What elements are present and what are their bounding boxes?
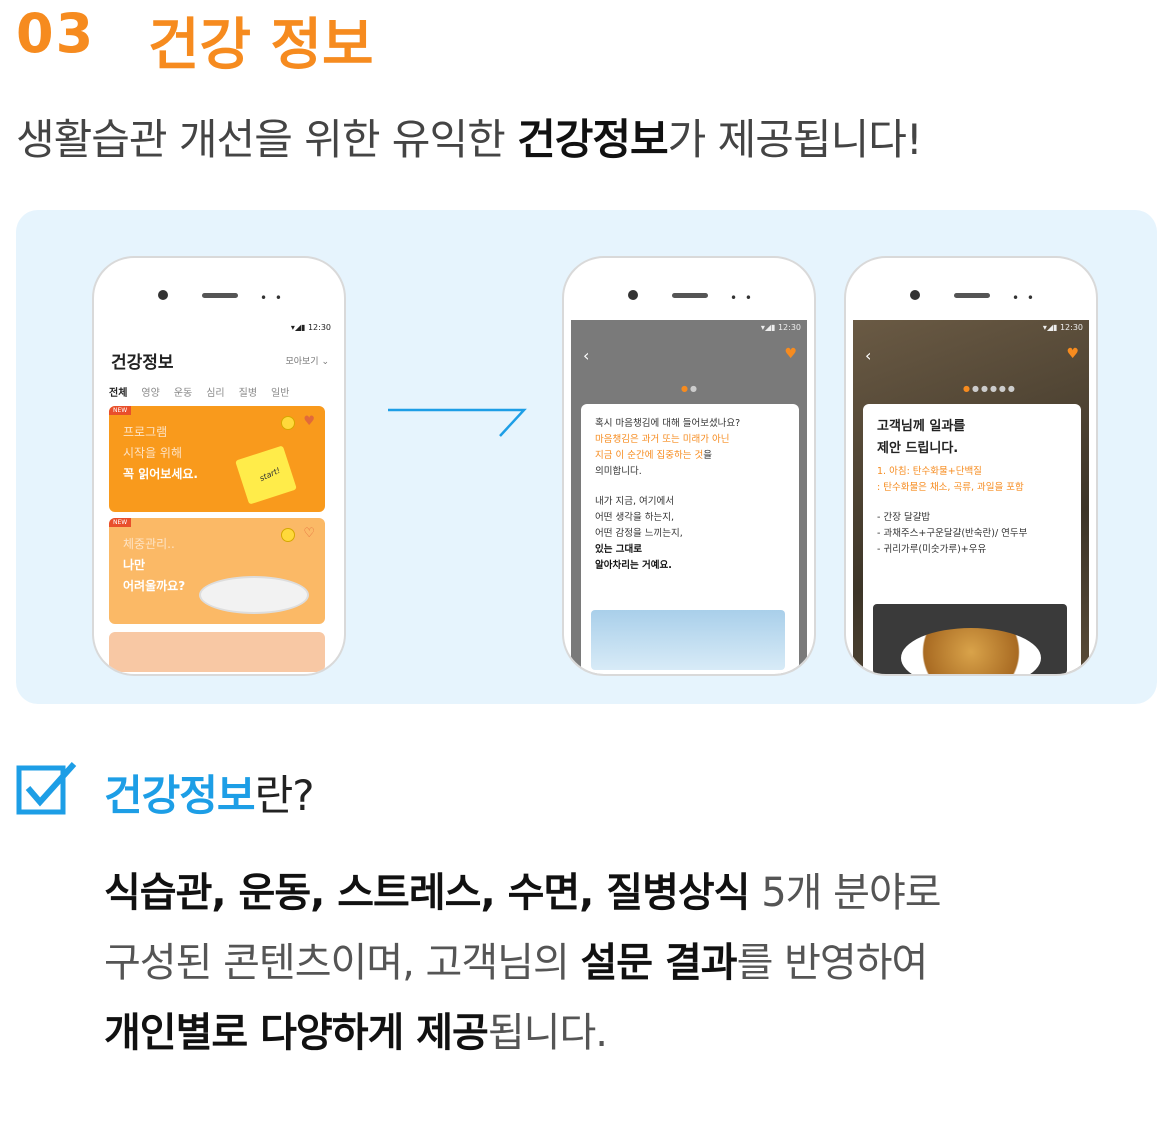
speaker-grille xyxy=(672,293,708,298)
back-arrow-icon[interactable]: ‹ xyxy=(583,346,589,365)
new-badge: NEW xyxy=(109,518,132,527)
plate-image xyxy=(199,576,309,614)
content-card[interactable] xyxy=(109,632,325,672)
question-title: 건강정보란? xyxy=(104,771,314,820)
phone-mockup-article: • • ▾◢▮ 12:30 ‹ ♥ ●● 혹시 마음챙김에 대해 들어보셨나요?… xyxy=(562,256,816,676)
new-badge: NEW xyxy=(109,406,132,415)
checkbox-icon xyxy=(16,761,77,815)
status-bar: ▾◢▮ 12:30 xyxy=(760,323,801,332)
speaker-grille xyxy=(954,293,990,298)
content-card[interactable]: NEW ♡ 체중관리.. 나만 어려울까요? xyxy=(109,518,325,624)
camera-icon xyxy=(628,290,638,300)
tab-disease[interactable]: 질병 xyxy=(239,384,257,399)
phone-mockup-meal: • • ▾◢▮ 12:30 ‹ ♥ ●●●●●● 고객님께 일과를 제안 드립니… xyxy=(844,256,1098,676)
heart-icon[interactable]: ♡ xyxy=(303,526,315,541)
phone-screen: ▾◢▮ 12:30 건강정보 모아보기 ⌄ 전체 영양 운동 심리 질병 일반 … xyxy=(101,320,337,674)
speaker-grille xyxy=(202,293,238,298)
subtitle: 생활습관 개선을 위한 유익한 건강정보가 제공됩니다! xyxy=(16,115,923,164)
tab-nutrition[interactable]: 영양 xyxy=(141,384,159,399)
arrow-icon xyxy=(388,408,527,437)
phone-screen: ▾◢▮ 12:30 ‹ ♥ ●● 혹시 마음챙김에 대해 들어보셨나요? 마음챙… xyxy=(571,320,807,674)
heart-icon[interactable]: ♥ xyxy=(784,346,797,362)
page-indicator: ●●●●●● xyxy=(963,384,1017,393)
card-text: 체중관리.. 나만 어려울까요? xyxy=(123,537,186,593)
status-bar: ▾◢▮ 12:30 xyxy=(290,323,331,332)
camera-icon xyxy=(158,290,168,300)
camera-icon xyxy=(910,290,920,300)
view-all-button[interactable]: 모아보기 ⌄ xyxy=(285,354,329,367)
coin-icon xyxy=(281,528,295,542)
card-text: 프로그램 시작을 위해 꼭 읽어보세요. xyxy=(123,425,198,481)
phone-mockup-list: • • ▾◢▮ 12:30 건강정보 모아보기 ⌄ 전체 영양 운동 심리 질병… xyxy=(92,256,346,676)
meal-image xyxy=(873,604,1067,674)
phone-screen: ▾◢▮ 12:30 ‹ ♥ ●●●●●● 고객님께 일과를 제안 드립니다. 1… xyxy=(853,320,1089,674)
article-sheet: 혹시 마음챙김에 대해 들어보셨나요? 마음챙김은 과거 또는 미래가 아닌 지… xyxy=(581,404,799,674)
content-card[interactable]: NEW ♥ 프로그램 시작을 위해 꼭 읽어보세요. start! xyxy=(109,406,325,512)
sensor-dots: • • xyxy=(730,291,754,305)
status-bar: ▾◢▮ 12:30 xyxy=(1042,323,1083,332)
section-title: 건강 정보 xyxy=(148,13,374,78)
heart-icon[interactable]: ♥ xyxy=(1066,346,1079,362)
heart-icon[interactable]: ♥ xyxy=(303,414,315,429)
tab-exercise[interactable]: 운동 xyxy=(174,384,192,399)
section-number: 03 xyxy=(16,2,96,65)
tab-psychology[interactable]: 심리 xyxy=(206,384,224,399)
back-arrow-icon[interactable]: ‹ xyxy=(865,346,871,365)
phone-showcase: • • ▾◢▮ 12:30 건강정보 모아보기 ⌄ 전체 영양 운동 심리 질병… xyxy=(16,210,1157,704)
tab-general[interactable]: 일반 xyxy=(271,384,289,399)
description: 식습관, 운동, 스트레스, 수면, 질병상식 5개 분야로 구성된 콘텐츠이며,… xyxy=(104,870,942,1056)
sky-image xyxy=(591,610,785,670)
tab-all[interactable]: 전체 xyxy=(109,384,127,399)
meal-sheet: 고객님께 일과를 제안 드립니다. 1. 아침: 탄수화물+단백질 : 탄수화물… xyxy=(863,404,1081,674)
category-tabs: 전체 영양 운동 심리 질병 일반 xyxy=(109,384,289,399)
sensor-dots: • • xyxy=(1012,291,1036,305)
coin-icon xyxy=(281,416,295,430)
sensor-dots: • • xyxy=(260,291,284,305)
app-title: 건강정보 xyxy=(111,353,174,373)
page-indicator: ●● xyxy=(681,384,699,393)
